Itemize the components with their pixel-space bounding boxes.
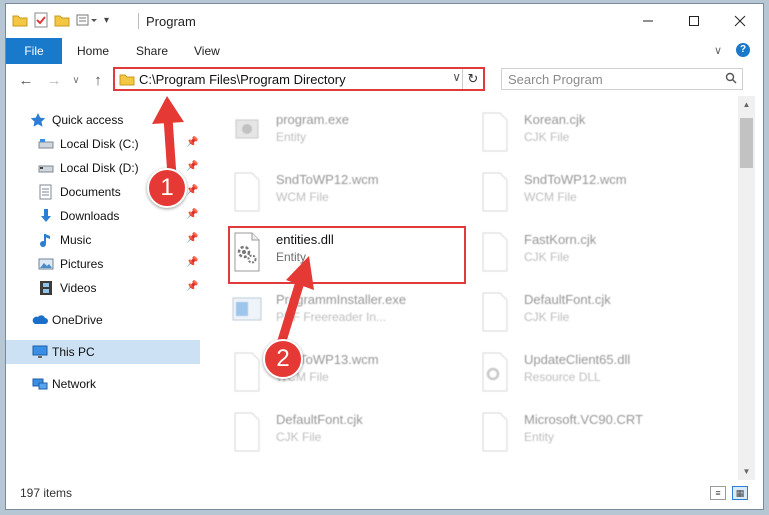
- arrow-2-icon: [276, 256, 314, 349]
- arrow-1-icon: [152, 96, 184, 181]
- step-2-badge: 2: [263, 339, 303, 379]
- annotation-overlay: [152, 96, 314, 349]
- step-1-badge: 1: [147, 168, 187, 208]
